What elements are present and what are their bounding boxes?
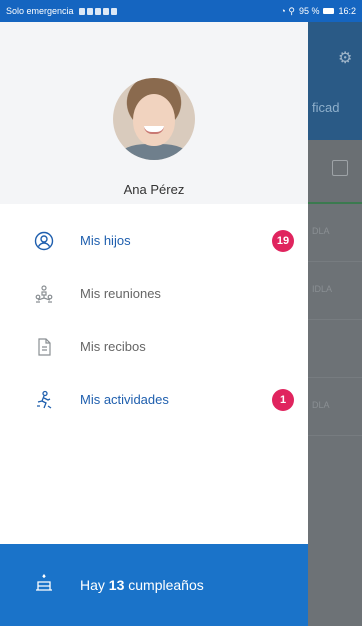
badge-mis-hijos: 19 [272, 230, 294, 252]
avatar[interactable] [113, 78, 195, 160]
battery-label: 95 % [298, 6, 320, 16]
bg-header: ⚙ ficad [308, 22, 362, 140]
birthdays-label: Hay 13 cumpleaños [80, 577, 204, 593]
menu-item-mis-actividades[interactable]: Mis actividades 1 [0, 373, 308, 426]
menu-label-mis-recibos: Mis recibos [80, 339, 146, 354]
menu-item-mis-hijos[interactable]: Mis hijos 19 [0, 214, 308, 267]
user-name: Ana Pérez [123, 182, 185, 197]
notification-icons [78, 7, 117, 15]
bg-tabbar [308, 140, 362, 204]
carrier-label: Solo emergencia [6, 6, 74, 16]
bg-title: ficad [312, 100, 340, 115]
menu-item-mis-reuniones[interactable]: Mis reuniones [0, 267, 308, 320]
menu-label-mis-actividades: Mis actividades [80, 392, 169, 407]
receipt-icon [34, 337, 54, 357]
badge-mis-actividades: 1 [272, 389, 294, 411]
birthdays-footer[interactable]: Hay 13 cumpleaños [0, 544, 308, 626]
menu-label-mis-reuniones: Mis reuniones [80, 286, 161, 301]
group-icon [34, 284, 54, 304]
bg-row [308, 320, 362, 378]
signal-icon: ◔ ⚲ [280, 5, 295, 16]
cake-icon [34, 573, 54, 598]
bg-row: DLA [308, 204, 362, 262]
background-app[interactable]: ⚙ ficad DLA IDLA DLA [308, 22, 362, 626]
navigation-drawer: Ana Pérez Mis hijos 19 Mis reuniones Mis… [0, 22, 308, 626]
menu-item-mis-recibos[interactable]: Mis recibos [0, 320, 308, 373]
calendar-icon [332, 160, 348, 176]
battery-icon [323, 8, 335, 14]
drawer-menu: Mis hijos 19 Mis reuniones Mis recibos M… [0, 214, 308, 426]
clock: 16:2 [338, 6, 356, 16]
person-circle-icon [34, 231, 54, 251]
status-bar: Solo emergencia ◔ ⚲ 95 % 16:2 [0, 0, 362, 22]
gear-icon: ⚙ [338, 50, 353, 67]
drawer-header: Ana Pérez [0, 22, 308, 204]
birthdays-count: 13 [108, 577, 125, 593]
menu-label-mis-hijos: Mis hijos [80, 233, 131, 248]
bg-row: IDLA [308, 262, 362, 320]
activity-icon [34, 390, 54, 410]
bg-row: DLA [308, 378, 362, 436]
